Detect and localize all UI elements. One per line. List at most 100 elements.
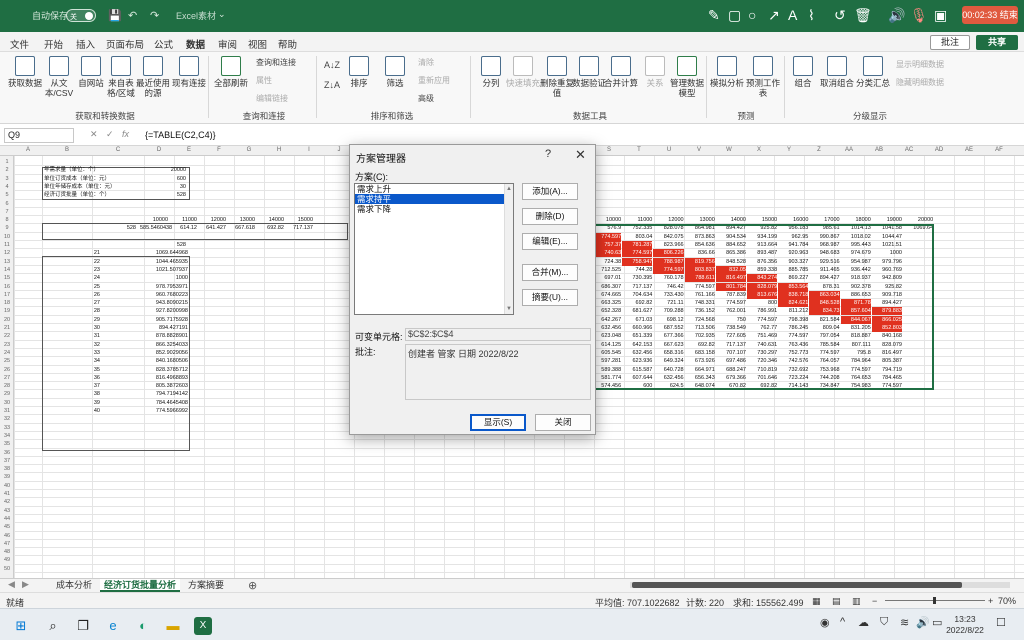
queries-connections-button[interactable]: 查询和连接 [256,58,296,68]
row-header[interactable]: 31 [0,407,14,415]
cell[interactable]: 17000 [809,216,839,224]
sort-asc-button[interactable]: A↓Z [324,60,340,70]
row-header[interactable]: 35 [0,440,14,448]
edit-links-button[interactable]: 编辑链接 [256,94,288,104]
formula-input[interactable]: {=TABLE(C2,C4)} [145,130,216,140]
ungroup-button[interactable]: 取消组合 [820,56,854,88]
row-header[interactable]: 20 [0,316,14,324]
column-header[interactable]: C [92,147,144,153]
cell[interactable]: 年需求量（单位：个） [44,166,99,174]
cell[interactable]: 23 [60,266,100,274]
reapply-button[interactable]: 重新应用 [418,76,450,86]
column-header[interactable]: Y [774,147,804,153]
column-header[interactable]: U [654,147,684,153]
cell[interactable]: 641.427 [198,224,226,232]
cell[interactable]: 614.12 [169,224,197,232]
camera-icon[interactable]: ▣ [934,7,947,23]
zoom-in-icon[interactable]: + [988,596,993,606]
recent-sources-button[interactable]: 最近使用的源 [136,56,170,98]
search-icon[interactable]: ⌕ [44,617,62,635]
cell[interactable]: 14000 [716,216,746,224]
cancel-icon[interactable]: ✕ [90,129,98,140]
cell[interactable]: 30 [60,324,100,332]
filter-button[interactable]: 筛选 [378,56,412,88]
row-header[interactable]: 5 [0,191,14,199]
column-header[interactable]: AE [954,147,984,153]
trash-icon[interactable]: 🗑 [854,7,872,23]
cell[interactable]: 667.618 [227,224,255,232]
cell[interactable]: 30 [140,183,186,191]
zoom-slider[interactable] [885,597,985,604]
scroll-down-icon[interactable]: ▼ [506,306,512,312]
flash-fill-button[interactable]: 快速填充 [506,56,540,88]
cell[interactable]: 692.82 [256,224,284,232]
tab-scroll-left-icon[interactable]: ◀ [8,579,15,590]
row-header[interactable]: 36 [0,449,14,457]
cell[interactable]: 852.9029056 [140,349,188,357]
existing-connections-button[interactable]: 现有连接 [172,56,206,88]
cell[interactable]: 单位年储存成本（单位：元） [44,183,116,191]
row-header[interactable]: 14 [0,266,14,274]
cell[interactable]: 21 [60,249,100,257]
cell[interactable]: 960.7680223 [140,291,188,299]
save-icon[interactable]: 💾 [108,9,122,22]
row-header[interactable]: 12 [0,249,14,257]
edit-button[interactable]: 编辑(E)... [522,233,578,250]
cell[interactable]: 1044.465935 [140,258,188,266]
circle-icon[interactable]: ○ [748,7,756,23]
cell[interactable]: 878.8828901 [140,332,188,340]
name-box[interactable]: Q9 [4,128,74,143]
tray-cloud-icon[interactable]: ☁ [858,616,869,629]
row-header[interactable]: 34 [0,432,14,440]
cell[interactable]: 38 [60,390,100,398]
row-header[interactable]: 43 [0,507,14,515]
group-button[interactable]: 组合 [786,56,820,88]
list-scrollbar[interactable]: ▲ ▼ [504,184,513,314]
row-header[interactable]: 39 [0,473,14,481]
row-header[interactable]: 1 [0,158,14,166]
row-header[interactable]: 24 [0,349,14,357]
cell[interactable]: 11000 [169,216,197,224]
row-header[interactable]: 40 [0,482,14,490]
row-header[interactable]: 48 [0,548,14,556]
row-header[interactable]: 13 [0,258,14,266]
from-web-button[interactable]: 自网站 [74,56,108,88]
row-header[interactable]: 11 [0,241,14,249]
sheet-tab-eoq-analysis[interactable]: 经济订货批量分析 [100,579,181,592]
tab-insert[interactable]: 插入 [76,37,95,51]
cell[interactable]: 528 [140,241,186,249]
close-icon[interactable]: ✕ [575,147,586,163]
subtotal-button[interactable]: 分类汇总 [856,56,890,88]
cell[interactable]: 14000 [256,216,284,224]
autosave-toggle[interactable]: 关 [66,9,96,22]
forecast-sheet-button[interactable]: 预测工作表 [746,56,780,98]
cell[interactable]: 12000 [198,216,226,224]
cell[interactable]: 31 [60,332,100,340]
help-icon[interactable]: ? [545,148,551,160]
row-header[interactable]: 22 [0,332,14,340]
row-header[interactable]: 10 [0,233,14,241]
row-header[interactable]: 44 [0,515,14,523]
row-header[interactable]: 47 [0,540,14,548]
row-header[interactable]: 8 [0,216,14,224]
row-header[interactable]: 19 [0,307,14,315]
tab-page-layout[interactable]: 页面布局 [106,37,144,51]
cell[interactable]: 28 [60,307,100,315]
tab-scroll-right-icon[interactable]: ▶ [22,579,29,590]
cell[interactable]: 794.7194142 [140,390,188,398]
mic-muted-icon[interactable]: 🎙 [910,7,928,23]
tab-help[interactable]: 帮助 [278,37,297,51]
recording-timer[interactable]: 00:02:33 结束 [962,6,1018,24]
cell[interactable]: 单位订货成本（单位：元） [44,175,110,183]
row-header[interactable]: 2 [0,166,14,174]
row-header[interactable]: 4 [0,183,14,191]
cell[interactable]: 600 [140,175,186,183]
highlighter-icon[interactable]: ⌇ [808,7,815,23]
row-header[interactable]: 38 [0,465,14,473]
what-if-button[interactable]: 模拟分析 [710,56,744,88]
column-header[interactable]: AD [924,147,954,153]
hide-detail-button[interactable]: 隐藏明细数据 [896,78,944,88]
clear-button[interactable]: 清除 [418,58,434,68]
tab-formulas[interactable]: 公式 [154,37,173,51]
refresh-all-button[interactable]: 全部刷新 [214,56,248,88]
